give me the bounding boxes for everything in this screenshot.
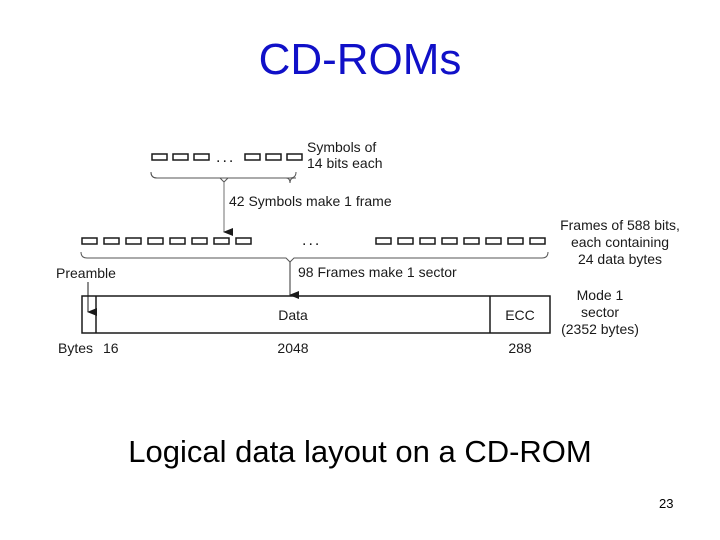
frame-cell bbox=[169, 237, 186, 245]
symbol-ellipsis: ... bbox=[216, 149, 235, 166]
sector-box bbox=[81, 295, 551, 334]
sector-label-line1: Mode 1 bbox=[577, 287, 624, 303]
symbol-cell bbox=[265, 153, 282, 161]
symbols-label-line2: 14 bits each bbox=[307, 155, 383, 171]
frames-label-line1: Frames of 588 bits, bbox=[560, 217, 680, 233]
sector-label-line2: sector bbox=[581, 304, 619, 320]
symbol-cell bbox=[193, 153, 210, 161]
frame-cell bbox=[191, 237, 208, 245]
page-number: 23 bbox=[659, 496, 674, 511]
symbol-cell bbox=[172, 153, 189, 161]
frame-cell bbox=[529, 237, 546, 245]
symbols-to-frame-label: 42 Symbols make 1 frame bbox=[229, 193, 392, 209]
sector-field-data-label: Data bbox=[278, 307, 308, 323]
frame-cell bbox=[463, 237, 480, 245]
symbol-bracket-line bbox=[150, 171, 297, 183]
frame-cell bbox=[147, 237, 164, 245]
frame-cell bbox=[507, 237, 524, 245]
symbol-cell bbox=[244, 153, 261, 161]
frames-label-line3: 24 data bytes bbox=[578, 251, 662, 267]
symbol-cell bbox=[286, 153, 303, 161]
slide-caption: Logical data layout on a CD-ROM bbox=[128, 434, 592, 469]
frame-cell bbox=[419, 237, 436, 245]
frame-cell bbox=[441, 237, 458, 245]
symbol-cell bbox=[151, 153, 168, 161]
frame-bracket bbox=[80, 251, 549, 263]
frame-cell bbox=[213, 237, 230, 245]
bytes-data: 2048 bbox=[277, 340, 308, 356]
frame-ellipsis: ... bbox=[302, 232, 321, 249]
frame-cell bbox=[81, 237, 98, 245]
bytes-ecc: 288 bbox=[508, 340, 532, 356]
frame-cell bbox=[103, 237, 120, 245]
sector-label-line3: (2352 bytes) bbox=[561, 321, 639, 337]
frame-cell bbox=[485, 237, 502, 245]
frame-cell bbox=[235, 237, 252, 245]
preamble-label: Preamble bbox=[56, 265, 116, 281]
bytes-label: Bytes bbox=[58, 340, 93, 356]
symbols-label-line1: Symbols of bbox=[307, 139, 376, 155]
frame-cell bbox=[375, 237, 392, 245]
sector-field-ecc-label: ECC bbox=[505, 307, 535, 323]
frames-label-line2: each containing bbox=[571, 234, 669, 250]
frame-cell bbox=[125, 237, 142, 245]
frames-to-sector-label: 98 Frames make 1 sector bbox=[298, 264, 457, 280]
frame-cell bbox=[397, 237, 414, 245]
bytes-preamble: 16 bbox=[103, 340, 119, 356]
